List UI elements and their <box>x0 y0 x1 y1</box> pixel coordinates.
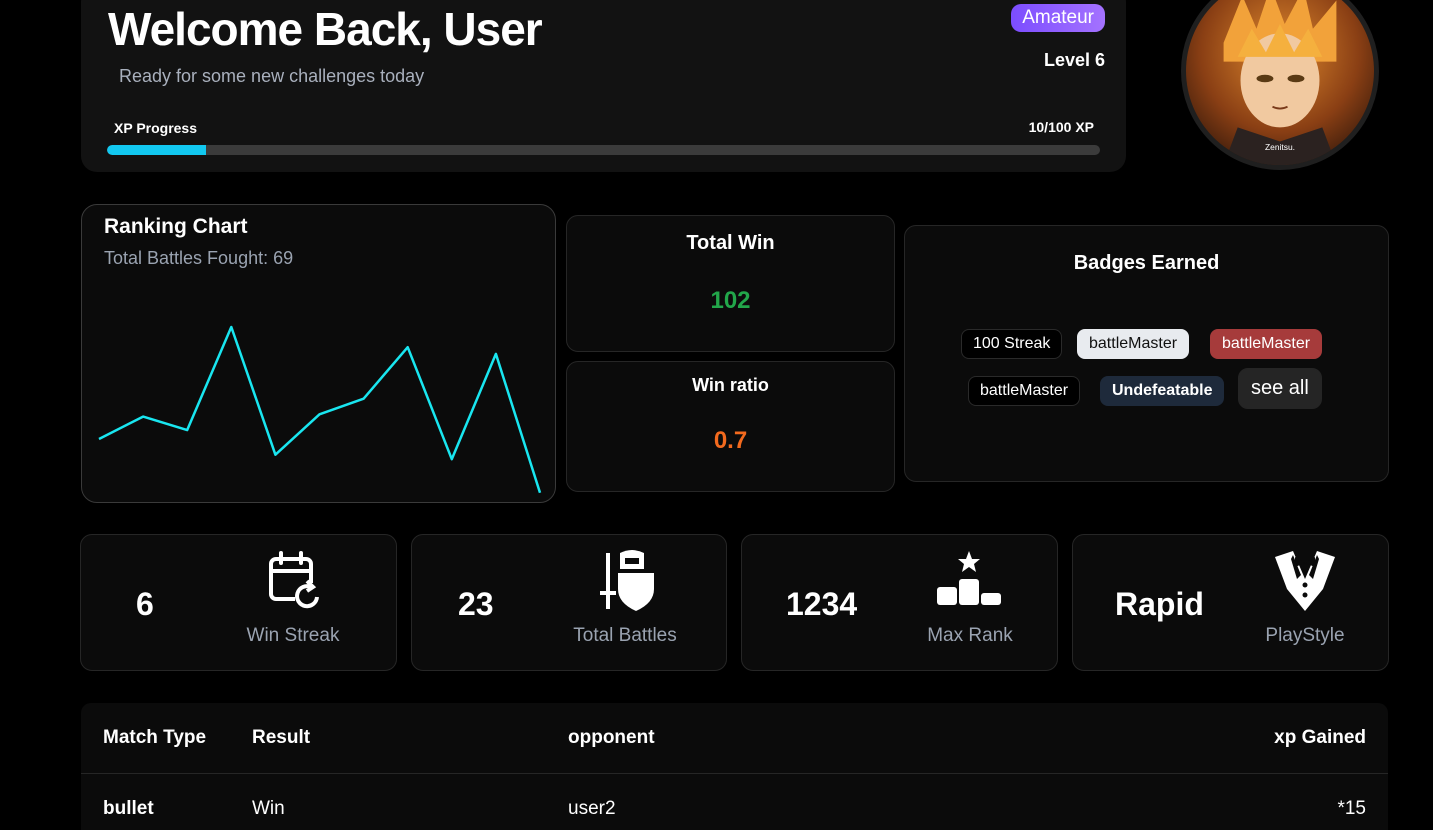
total-win-label: Total Win <box>686 232 775 254</box>
max-rank-tile: 1234 Max Rank <box>741 534 1058 671</box>
win-streak-value: 6 <box>136 586 154 622</box>
svg-text:Zenitsu.: Zenitsu. <box>1265 142 1295 152</box>
avatar[interactable]: Zenitsu. <box>1181 0 1379 170</box>
total-win-card: Total Win 102 <box>566 215 895 352</box>
column-header-xp-gained: xp Gained <box>1274 727 1366 748</box>
level-label: Level 6 <box>1043 50 1105 70</box>
badges-title: Badges Earned <box>1073 252 1220 274</box>
badges-card: Badges Earned 100 Streak battleMaster ba… <box>904 225 1389 482</box>
playstyle-value: Rapid <box>1115 586 1204 622</box>
xp-progress-fill <box>107 145 207 155</box>
column-header-opponent: opponent <box>568 727 655 748</box>
table-cell-opponent: user2 <box>568 798 616 819</box>
total-win-value: 102 <box>710 287 751 314</box>
win-ratio-label: Win ratio <box>692 375 769 395</box>
table-cell-xp-gained: *15 <box>1337 798 1366 819</box>
tier-badge: Amateur <box>1011 4 1105 32</box>
column-header-result: Result <box>252 727 311 748</box>
podium-star-icon <box>937 551 1001 605</box>
win-ratio-value: 0.7 <box>713 427 748 454</box>
badge-battlemaster: battleMaster <box>968 376 1081 406</box>
playstyle-tile: Rapid PlayStyle <box>1072 534 1389 671</box>
total-battles-label: Total Battles <box>573 625 677 646</box>
header-divider <box>81 773 1388 774</box>
avatar-image: Zenitsu. <box>1186 0 1374 165</box>
total-battles-tile: 23 Total Battles <box>411 534 727 671</box>
column-header-match-type: Match Type <box>103 727 207 748</box>
tuxedo-icon <box>1275 551 1335 611</box>
badge-battlemaster: battleMaster <box>1077 329 1190 359</box>
table-cell-result: Win <box>252 798 285 819</box>
playstyle-label: PlayStyle <box>1265 625 1345 646</box>
see-all-badges-button[interactable]: see all <box>1238 368 1322 409</box>
max-rank-label: Max Rank <box>927 625 1013 646</box>
badge-battlemaster: battleMaster <box>1210 329 1323 359</box>
xp-progress-value: 10/100 XP <box>1028 119 1094 135</box>
calendar-refresh-icon <box>269 551 321 609</box>
page-title: Welcome Back, User <box>108 3 543 55</box>
win-streak-label: Win Streak <box>246 625 340 646</box>
xp-progress-bar <box>107 145 1100 155</box>
ranking-chart-card: Ranking Chart Total Battles Fought: 69 <box>81 204 556 503</box>
total-battles-value: 23 <box>458 586 494 622</box>
ranking-chart <box>98 325 542 494</box>
welcome-card: Welcome Back, User Ready for some new ch… <box>81 0 1126 172</box>
win-ratio-card: Win ratio 0.7 <box>566 361 895 492</box>
badge-undefeatable: Undefeatable <box>1100 376 1225 406</box>
xp-progress-label: XP Progress <box>114 120 198 136</box>
max-rank-value: 1234 <box>786 586 858 622</box>
match-history-table: Match Type Result opponent xp Gained bul… <box>81 703 1388 830</box>
table-cell-match-type: bullet <box>103 798 154 819</box>
ranking-series-line <box>98 325 542 494</box>
knight-sword-shield-icon <box>600 550 654 611</box>
badge-100-streak: 100 Streak <box>961 329 1063 359</box>
win-streak-tile: 6 Win Streak <box>80 534 397 671</box>
welcome-subtitle: Ready for some new challenges today <box>119 66 425 86</box>
